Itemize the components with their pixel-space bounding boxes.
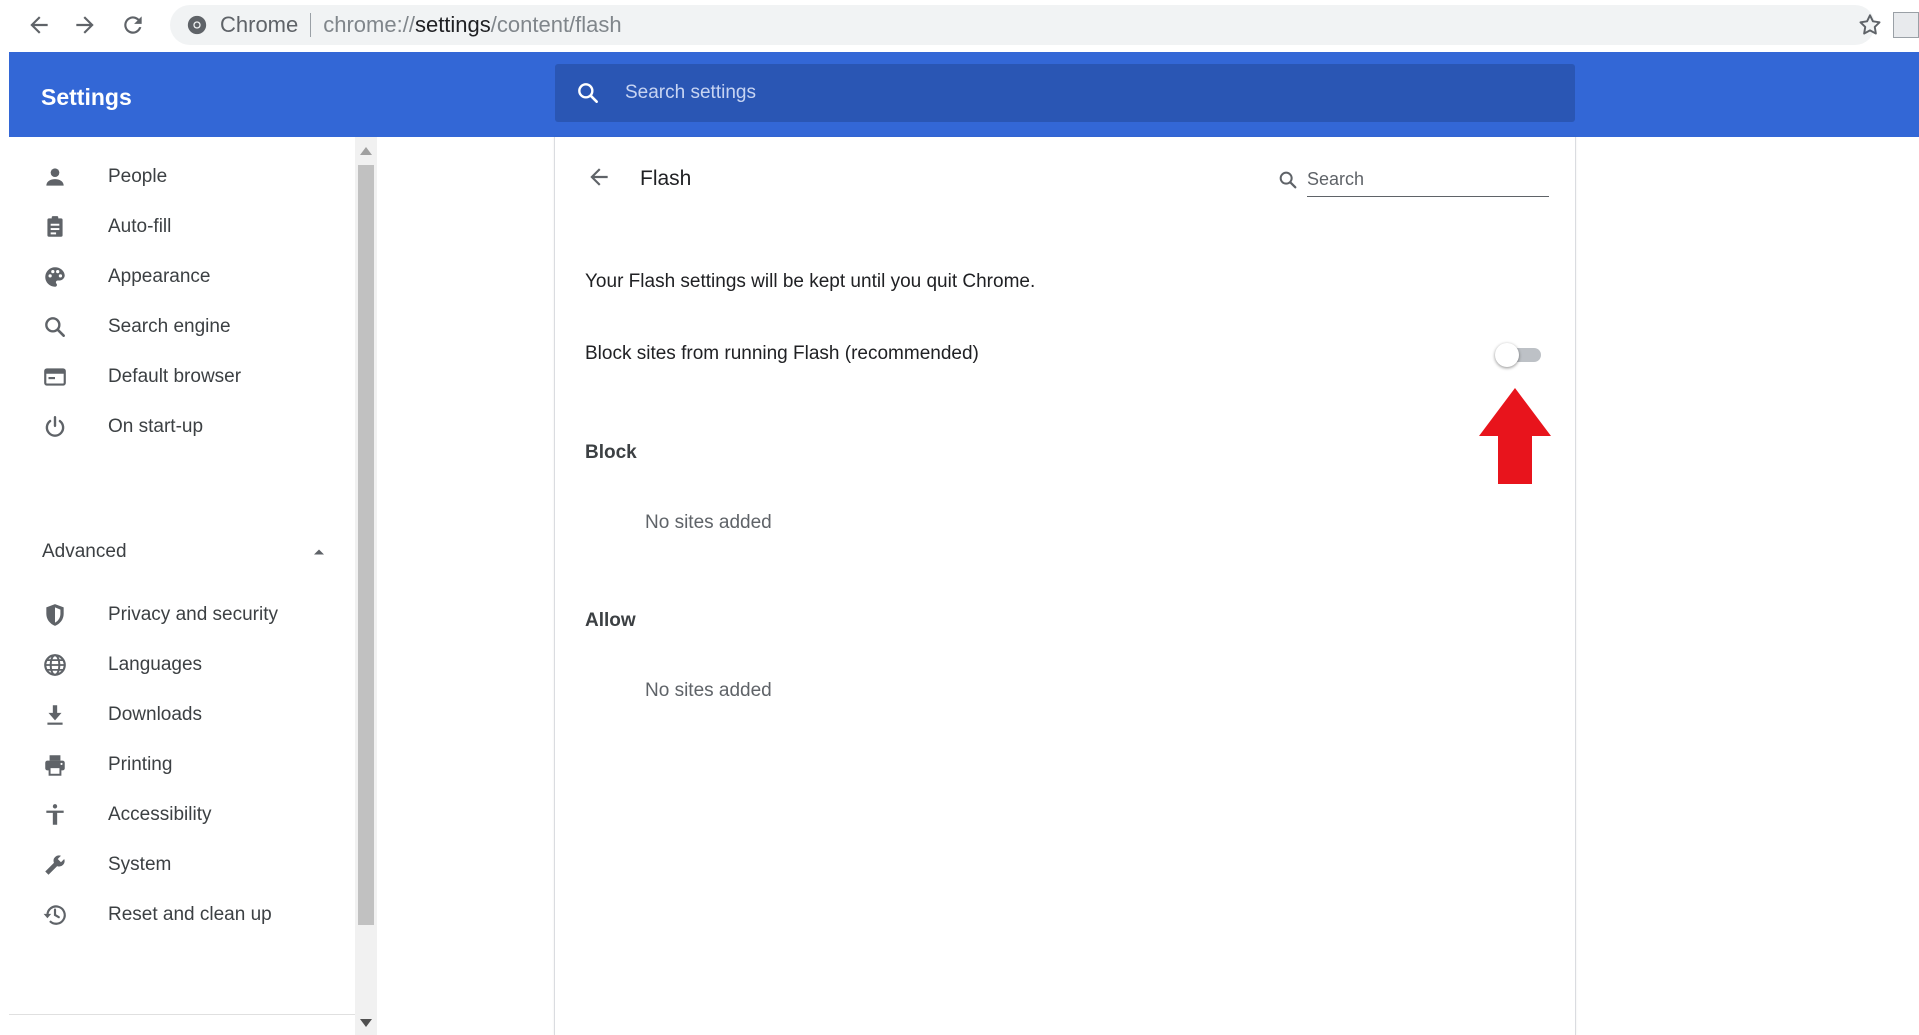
sidebar-item-default-browser[interactable]: Default browser: [9, 352, 355, 402]
caret-up-icon: [314, 549, 324, 555]
globe-icon: [41, 651, 69, 679]
omnibox-separator: [310, 13, 312, 37]
settings-search-box[interactable]: [555, 64, 1575, 122]
arrow-left-icon: [30, 16, 48, 34]
scroll-up-button[interactable]: [355, 143, 377, 159]
sidebar-item-appearance[interactable]: Appearance: [9, 252, 355, 302]
printer-icon: [41, 751, 69, 779]
advanced-label: Advanced: [42, 541, 127, 562]
flash-settings-card: Flash Your Flash settings will be kept u…: [554, 137, 1576, 1035]
reload-icon: [124, 16, 142, 34]
sidebar-item-label: Appearance: [108, 266, 211, 287]
sidebar-item-system[interactable]: System: [9, 840, 355, 890]
sidebar-item-search-engine[interactable]: Search engine: [9, 302, 355, 352]
site-search-box[interactable]: [1277, 161, 1549, 199]
arrow-left-icon: [590, 168, 608, 186]
forward-navigation-button[interactable]: [68, 8, 102, 42]
sidebar-item-auto-fill[interactable]: Auto-fill: [9, 202, 355, 252]
sidebar-item-label: On start-up: [108, 416, 204, 437]
search-icon: [41, 313, 69, 341]
url-host: settings: [414, 12, 491, 37]
sidebar-item-reset-and-clean-up[interactable]: Reset and clean up: [9, 890, 355, 940]
allow-section-title: Allow: [585, 610, 636, 631]
search-icon: [1279, 171, 1297, 189]
url-text: chrome://settings/content/flash: [323, 12, 621, 38]
browser-window-icon: [41, 363, 69, 391]
download-icon: [41, 701, 69, 729]
allow-empty-text: No sites added: [645, 680, 772, 701]
url-path: /content/flash: [490, 12, 622, 37]
sidebar-item-label: Default browser: [108, 366, 242, 387]
sidebar-item-label: Accessibility: [108, 804, 212, 825]
sidebar-item-label: Printing: [108, 754, 173, 775]
url-scheme: chrome://: [323, 12, 415, 37]
triangle-up-icon: [360, 147, 372, 155]
sidebar-item-label: Reset and clean up: [108, 904, 272, 925]
sidebar-item-accessibility[interactable]: Accessibility: [9, 790, 355, 840]
sidebar-item-downloads[interactable]: Downloads: [9, 690, 355, 740]
power-icon: [41, 413, 69, 441]
browser-toolbar: Chrome chrome://settings/content/flash: [0, 0, 1919, 52]
block-empty-text: No sites added: [645, 512, 772, 533]
chrome-icon: [187, 15, 207, 35]
bookmark-button[interactable]: [1855, 10, 1885, 40]
sidebar-scrollbar[interactable]: [355, 137, 377, 1035]
settings-search-input[interactable]: [625, 73, 1575, 113]
arrow-right-icon: [76, 16, 94, 34]
back-button[interactable]: [583, 161, 615, 193]
history-icon: [41, 901, 69, 929]
page-title: Flash: [640, 167, 692, 190]
flash-info-text: Your Flash settings will be kept until y…: [585, 271, 1036, 292]
red-arrow-up-icon: [1479, 388, 1551, 484]
sidebar-divider: [9, 1014, 355, 1015]
reload-button[interactable]: [116, 8, 150, 42]
person-icon: [41, 163, 69, 191]
search-icon: [578, 83, 598, 103]
settings-sidebar: People Auto-fill Appearance Search engin…: [9, 137, 355, 1035]
back-navigation-button[interactable]: [22, 8, 56, 42]
block-flash-label: Block sites from running Flash (recommen…: [585, 343, 979, 364]
sidebar-item-printing[interactable]: Printing: [9, 740, 355, 790]
accessibility-icon: [41, 801, 69, 829]
scroll-down-button[interactable]: [355, 1015, 377, 1031]
site-search-input[interactable]: [1307, 163, 1549, 197]
sidebar-item-label: System: [108, 854, 172, 875]
block-section-title: Block: [585, 442, 637, 463]
palette-icon: [41, 263, 69, 291]
shield-icon: [41, 601, 69, 629]
clipboard-icon: [41, 213, 69, 241]
wrench-icon: [41, 851, 69, 879]
site-name: Chrome: [220, 12, 299, 37]
extension-icon[interactable]: [1893, 12, 1919, 38]
triangle-down-icon: [360, 1019, 372, 1027]
sidebar-item-people[interactable]: People: [9, 152, 355, 202]
toggle-knob: [1495, 343, 1519, 367]
settings-header: Settings: [9, 52, 1919, 137]
settings-title: Settings: [41, 84, 132, 110]
sidebar-item-on-start-up[interactable]: On start-up: [9, 402, 355, 452]
sidebar-advanced-toggle[interactable]: Advanced: [9, 527, 355, 577]
sidebar-item-privacy-and-security[interactable]: Privacy and security: [9, 590, 355, 640]
sidebar-item-languages[interactable]: Languages: [9, 640, 355, 690]
sidebar-item-label: Privacy and security: [108, 604, 279, 625]
sidebar-item-label: Search engine: [108, 316, 231, 337]
block-flash-toggle[interactable]: [1495, 342, 1545, 368]
star-icon: [1859, 14, 1881, 35]
sidebar-item-label: Auto-fill: [108, 216, 172, 237]
scrollbar-thumb[interactable]: [358, 165, 374, 925]
sidebar-item-label: Languages: [108, 654, 203, 675]
sidebar-item-label: Downloads: [108, 704, 202, 725]
address-bar[interactable]: Chrome chrome://settings/content/flash: [170, 5, 1875, 45]
sidebar-item-label: People: [108, 166, 168, 187]
